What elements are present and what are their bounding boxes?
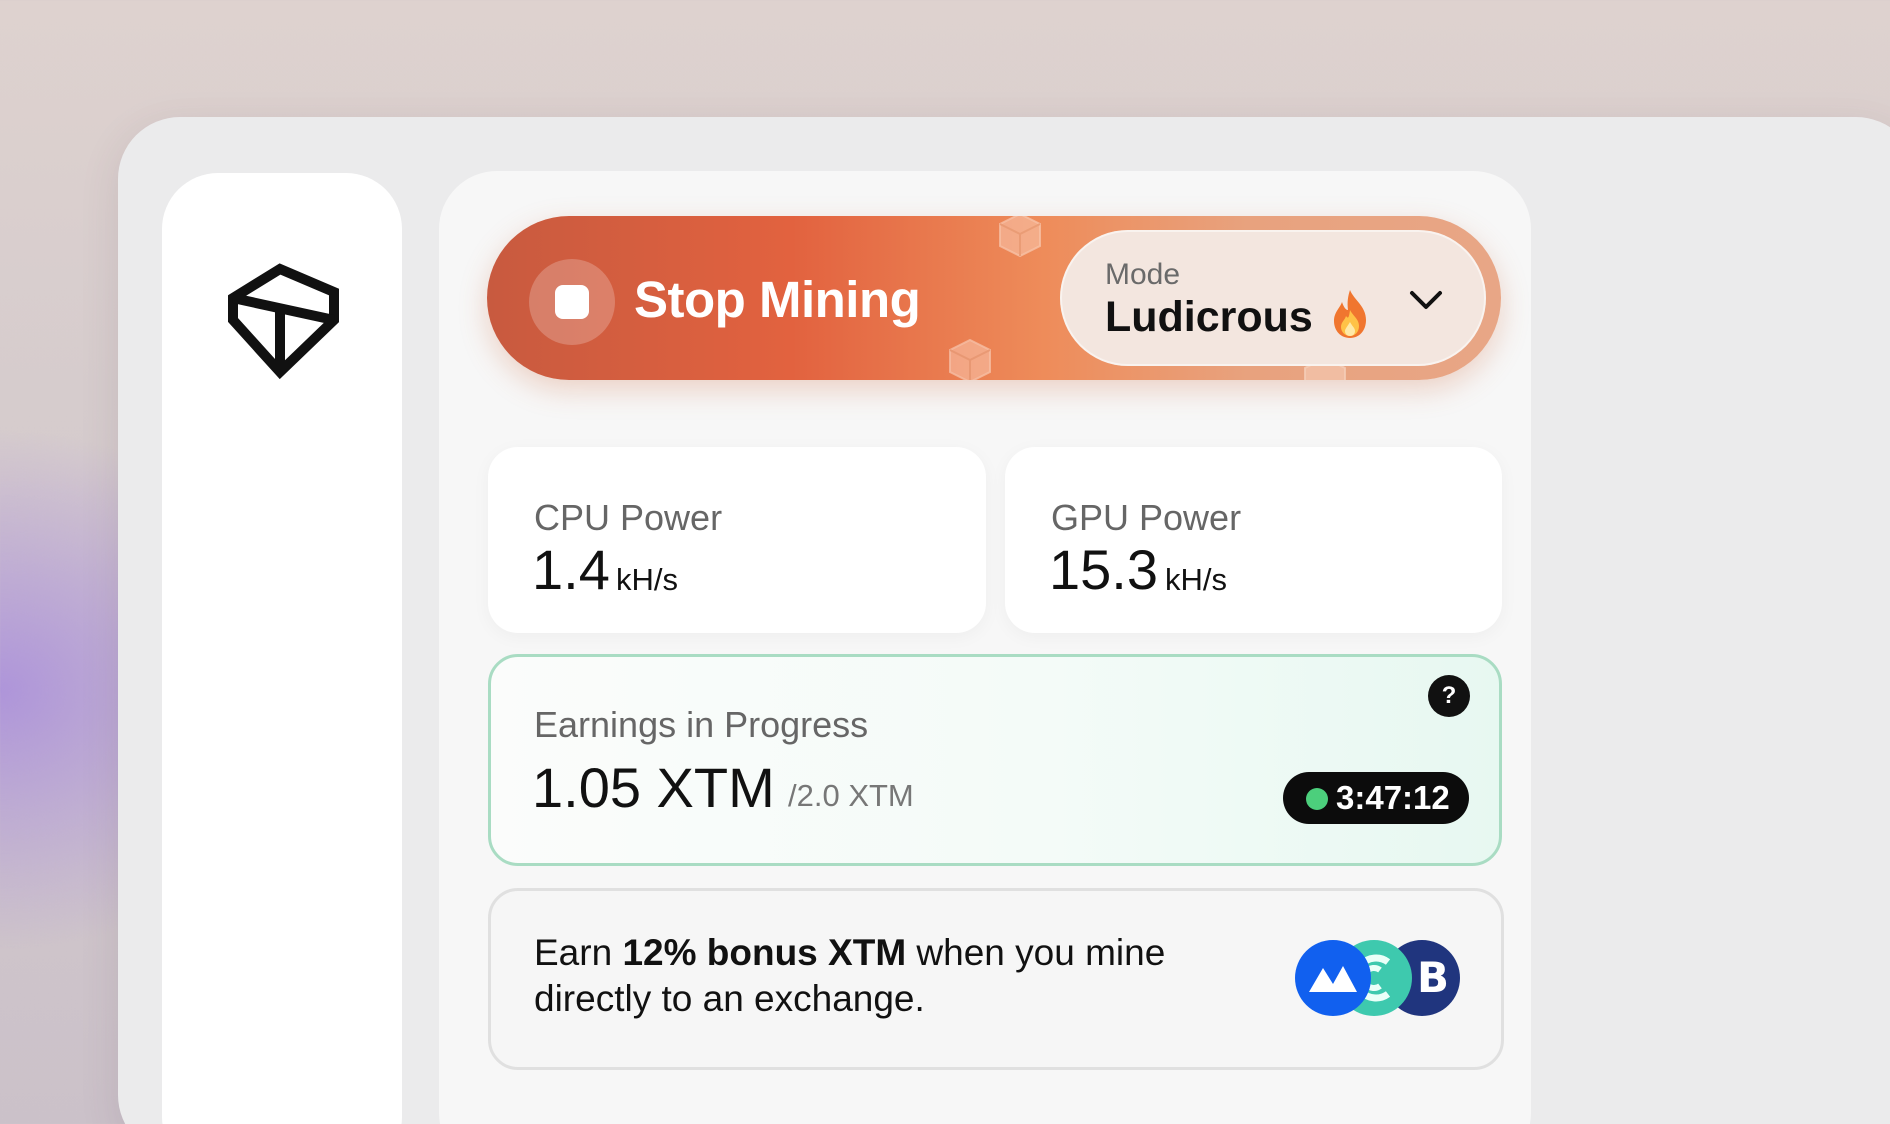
stop-icon — [555, 285, 589, 319]
mode-value[interactable]: Ludicrous — [1105, 292, 1313, 342]
tari-logo-icon[interactable] — [222, 262, 342, 380]
bonus-prefix: Earn — [534, 932, 623, 973]
gpu-power-unit: kH/s — [1165, 562, 1227, 597]
timer-text: 3:47:12 — [1336, 779, 1450, 816]
bonus-text: Earn 12% bonus XTM when you mine directl… — [534, 930, 1254, 1022]
earnings-target: /2.0 XTM — [788, 778, 914, 813]
gpu-power-value: 15.3 — [1049, 538, 1158, 601]
stop-mining-label[interactable]: Stop Mining — [634, 270, 921, 330]
cpu-power-unit: kH/s — [616, 562, 678, 597]
svg-text:B: B — [1417, 953, 1449, 1002]
chevron-down-icon[interactable] — [1406, 285, 1446, 315]
fire-icon — [1334, 290, 1366, 338]
mode-caption: Mode — [1105, 258, 1181, 291]
exchange-a-logo-icon — [1295, 940, 1371, 1016]
cube-decoration-icon — [949, 338, 991, 380]
status-dot — [1306, 788, 1328, 810]
gpu-power-label: GPU Power — [1051, 497, 1242, 538]
help-icon[interactable]: ? — [1428, 675, 1470, 717]
earnings-value: 1.05 XTM — [532, 756, 775, 819]
cpu-power-value: 1.4 — [532, 538, 610, 601]
earnings-label: Earnings in Progress — [534, 704, 869, 745]
stop-mining-button[interactable] — [529, 259, 615, 345]
cpu-power-label: CPU Power — [534, 497, 723, 538]
cube-decoration-icon — [999, 216, 1041, 258]
bonus-highlight: 12% bonus XTM — [622, 932, 907, 973]
